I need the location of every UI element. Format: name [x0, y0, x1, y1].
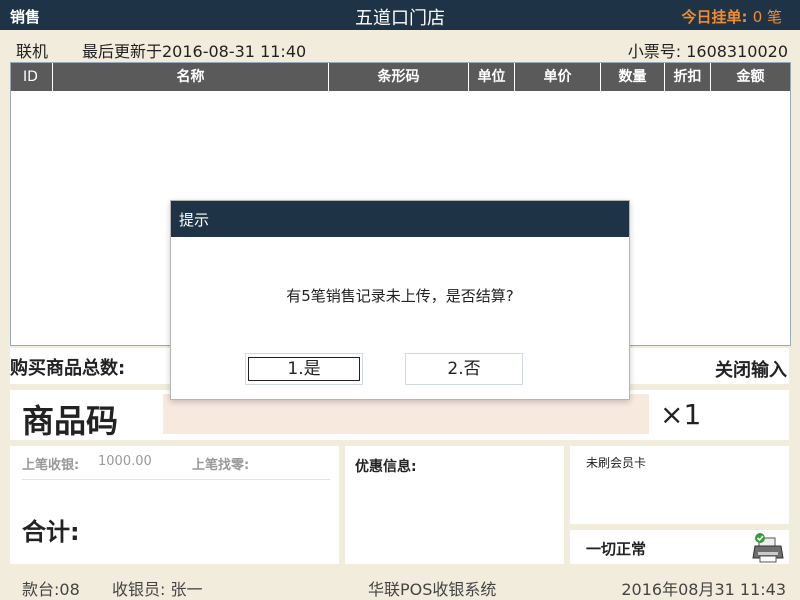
divider — [22, 479, 330, 480]
col-qty: 数量 — [601, 63, 665, 91]
ticket-number: 小票号: 1608310020 — [628, 38, 788, 62]
status-row: 联机 最后更新于2016-08-31 11:40 小票号: 1608310020 — [0, 30, 800, 62]
yes-button-label: 1.是 — [287, 359, 321, 379]
col-unit: 单位 — [469, 63, 515, 91]
held-orders[interactable]: 今日挂单: 0 笔 — [681, 6, 782, 27]
col-amount: 金额 — [736, 69, 765, 85]
online-status: 联机 — [16, 42, 49, 61]
col-id: ID — [11, 63, 53, 91]
promo-panel: 优惠信息: — [345, 446, 564, 564]
last-update: 最后更新于2016-08-31 11:40 — [82, 42, 307, 61]
confirm-dialog: 提示 有5笔销售记录未上传，是否结算? 1.是 2.否 — [170, 200, 630, 400]
close-input-button[interactable]: 关闭输入 — [715, 356, 787, 382]
device-status-panel: 一切正常 — [570, 530, 789, 564]
last-change-label: 上笔找零: — [192, 458, 250, 473]
no-button[interactable]: 2.否 — [405, 353, 523, 385]
col-name: 名称 — [53, 63, 329, 91]
col-price: 单价 — [515, 63, 601, 91]
last-received-label: 上笔收银: — [22, 458, 80, 473]
footer-bar: 款台:08 收银员: 张一 华联POS收银系统 2016年08月31 11:43 — [0, 568, 800, 600]
payment-panel: 上笔收银: 1000.00 上笔找零: 合计: — [10, 446, 339, 564]
col-barcode: 条形码 — [329, 63, 469, 91]
yes-button[interactable]: 1.是 — [245, 353, 363, 385]
store-name: 五道口门店 — [355, 8, 445, 29]
printer-ok-icon — [752, 532, 786, 568]
ticket-value: 1608310020 — [686, 42, 788, 61]
col-discount: 折扣 — [665, 63, 711, 91]
promo-label: 优惠信息: — [355, 459, 417, 475]
dialog-title: 提示 — [179, 211, 210, 229]
dialog-message: 有5笔销售记录未上传，是否结算? — [286, 287, 514, 305]
device-status-label: 一切正常 — [586, 540, 647, 558]
member-status: 未刷会员卡 — [586, 456, 647, 470]
dialog-title-bar: 提示 — [171, 201, 629, 237]
barcode-label: 商品码 — [22, 402, 119, 440]
quantity-multiplier[interactable]: ×1 — [660, 398, 701, 431]
station-number: 款台:08 — [22, 580, 80, 599]
held-orders-count: 0 笔 — [752, 8, 782, 26]
top-bar: 销售 五道口门店 今日挂单: 0 笔 — [0, 0, 800, 30]
ticket-label: 小票号: — [627, 42, 682, 61]
barcode-input[interactable] — [163, 394, 649, 434]
date-time: 2016年08月31 11:43 — [621, 580, 786, 599]
member-panel[interactable]: 未刷会员卡 — [570, 446, 789, 524]
cashier-name: 收银员: 张一 — [112, 580, 203, 599]
system-name: 华联POS收银系统 — [368, 580, 497, 599]
last-received-value: 1000.00 — [98, 454, 152, 469]
total-items-label: 购买商品总数: — [10, 358, 126, 379]
sum-label: 合计: — [22, 518, 80, 546]
table-header: ID 名称 条形码 单位 单价 数量 折扣 金额 — [11, 63, 790, 91]
held-orders-label: 今日挂单: — [681, 8, 748, 26]
